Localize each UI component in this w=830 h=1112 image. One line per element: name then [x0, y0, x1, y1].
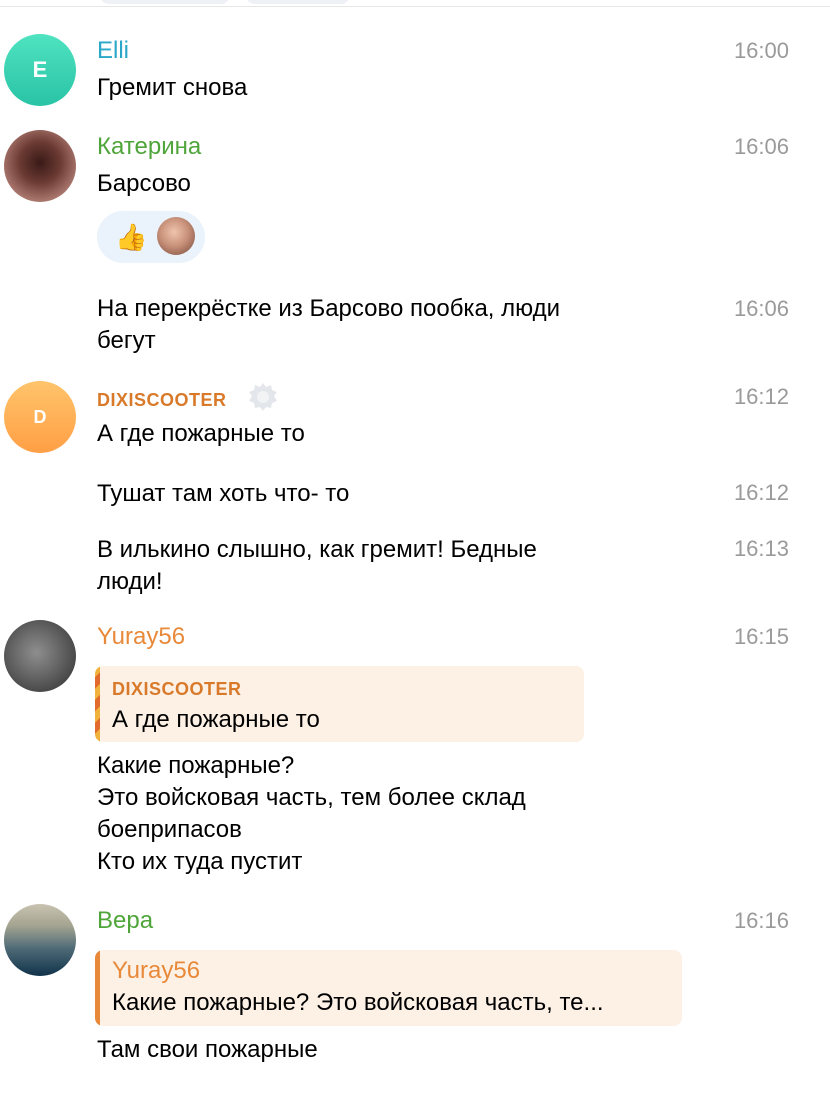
avatar[interactable]: [4, 904, 76, 976]
reaction-chip[interactable]: 👍: [97, 211, 205, 263]
avatar-initial: E: [32, 57, 48, 82]
sender-name[interactable]: DIXISCOOTER: [97, 385, 227, 415]
thumbs-up-icon: 👍: [115, 222, 148, 252]
sender-name[interactable]: Elli: [97, 36, 129, 66]
avatar[interactable]: [4, 620, 76, 692]
reaction-pill[interactable]: [100, 0, 230, 4]
message-text: Тушат там хоть что- то: [97, 480, 350, 507]
sender-name[interactable]: Катерина: [97, 132, 201, 162]
message-time: 16:13: [733, 536, 789, 561]
sender-name[interactable]: Вера: [97, 906, 153, 936]
reply-quote[interactable]: DIXISCOOTER А где пожарные то: [95, 666, 584, 742]
message-time: 16:12: [733, 480, 789, 505]
message-time: 16:06: [733, 296, 789, 321]
message-time: 16:06: [733, 134, 789, 159]
avatar[interactable]: [4, 130, 76, 202]
reply-sender-name: DIXISCOOTER: [112, 679, 242, 699]
message-text-line: бегут: [97, 327, 156, 354]
verified-badge-icon[interactable]: [248, 382, 278, 412]
message-time: 16:16: [733, 908, 789, 933]
reply-text: Какие пожарные? Это войсковая часть, те.…: [112, 989, 604, 1016]
message-text: А где пожарные то: [97, 420, 305, 447]
reactor-avatar: [157, 217, 195, 255]
reply-text: А где пожарные то: [112, 706, 320, 733]
message-text-line: В илькино слышно, как гремит! Бедные: [97, 536, 537, 563]
message-text: Там свои пожарные: [97, 1036, 318, 1063]
reply-bar: [95, 950, 100, 1026]
message-text: Гремит снова: [97, 74, 248, 101]
message-text-line: люди!: [97, 568, 163, 595]
reaction-pill[interactable]: [246, 0, 350, 4]
avatar[interactable]: E: [4, 34, 76, 106]
message-time: 16:12: [733, 384, 789, 409]
message-text-line: Какие пожарные?: [97, 752, 295, 779]
message-time: 16:15: [733, 624, 789, 649]
message-text: Барсово: [97, 170, 191, 197]
message-text-line: На перекрёстке из Барсово пообка, люди: [97, 295, 561, 322]
message-text-line: боеприпасов: [97, 816, 242, 843]
reply-bar: [95, 666, 100, 742]
message-text-line: Это войсковая часть, тем более склад: [97, 784, 526, 811]
message-time: 16:00: [733, 38, 789, 63]
reply-quote[interactable]: Yuray56 Какие пожарные? Это войсковая ча…: [95, 950, 682, 1026]
message-text-line: Кто их туда пустит: [97, 848, 303, 875]
sender-name[interactable]: Yuray56: [97, 622, 185, 652]
divider: [0, 6, 830, 7]
avatar-initial: D: [33, 406, 47, 427]
avatar[interactable]: D: [4, 381, 76, 453]
reply-sender-name: Yuray56: [112, 957, 201, 984]
